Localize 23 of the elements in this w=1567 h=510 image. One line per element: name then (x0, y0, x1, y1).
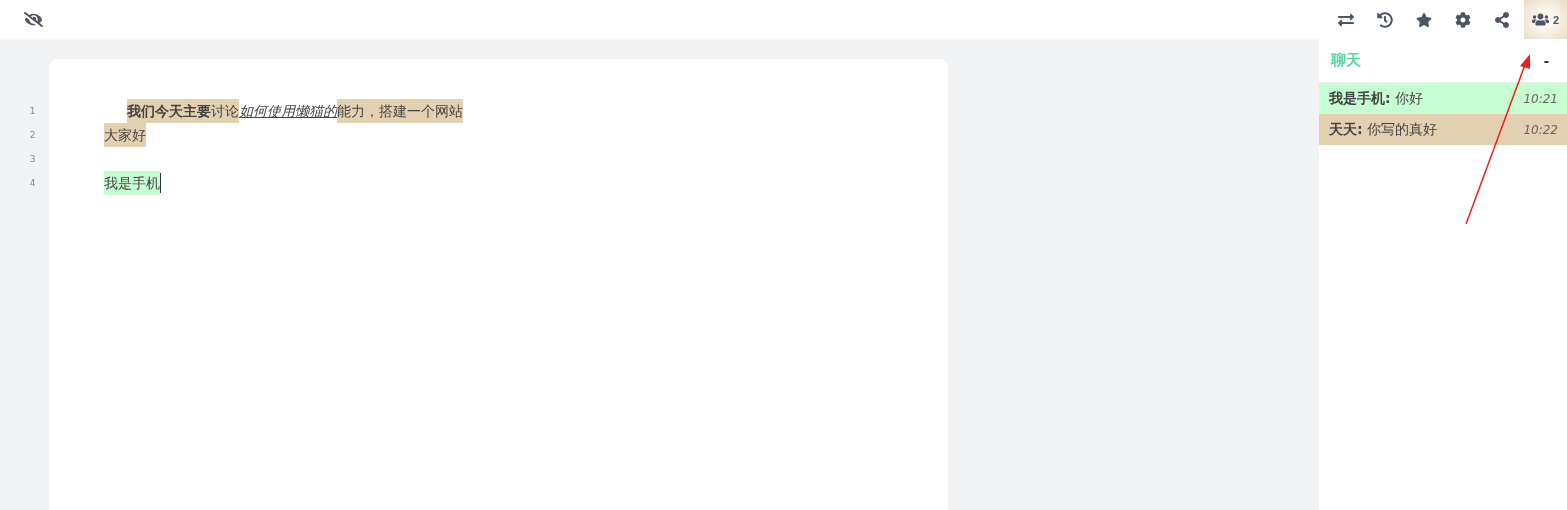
text-span: 我是手机 (104, 171, 160, 195)
users-button[interactable]: 2 (1524, 0, 1567, 39)
text-span: 讨论 (211, 99, 239, 123)
line-number: 2 (28, 129, 36, 142)
share-icon (1493, 11, 1510, 28)
swap-icon (1337, 11, 1354, 28)
text-span: 我们今天主要 (127, 99, 211, 123)
history-icon (1376, 11, 1393, 28)
message-text: 天天: 你写的真好 (1329, 120, 1438, 139)
text-span: 能力，搭建一个网站 (337, 99, 463, 123)
settings-icon (1454, 11, 1471, 28)
line-number: 3 (28, 153, 36, 166)
chat-title: 聊天 (1331, 51, 1361, 70)
line-number: 4 (28, 177, 36, 190)
message-text: 我是手机: 你好 (1329, 89, 1424, 108)
message-time: 10:22 (1523, 122, 1558, 137)
users-icon (1531, 11, 1549, 28)
message-time: 10:21 (1523, 91, 1558, 106)
minimize-button[interactable]: - (1537, 50, 1555, 71)
star-icon (1415, 11, 1432, 28)
line-number: 1 (28, 105, 36, 118)
text-span: 大家好 (104, 123, 146, 147)
eye-slash-icon (23, 10, 43, 29)
